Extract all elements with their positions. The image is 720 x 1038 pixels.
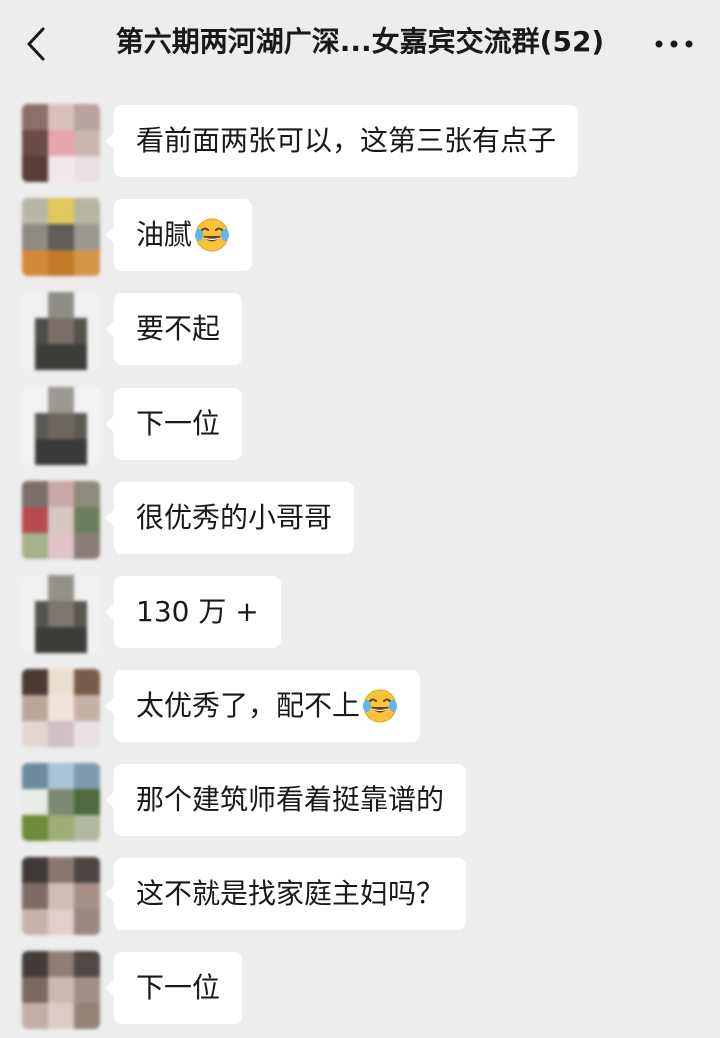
message-bubble[interactable]: 要不起 (104, 293, 243, 365)
avatar[interactable] (22, 669, 100, 747)
message-row: 很优秀的小哥哥 (0, 481, 720, 561)
message-bubble[interactable]: 下一位 (104, 388, 243, 460)
message-bubble[interactable]: 下一位 (104, 952, 243, 1024)
message-text: 130 万 + (136, 595, 259, 628)
avatar[interactable] (22, 481, 100, 559)
message-bubble[interactable]: 130 万 + (105, 576, 281, 648)
message-bubble[interactable]: 很优秀的小哥哥 (104, 482, 355, 554)
tears-of-joy-emoji (362, 688, 398, 724)
avatar[interactable] (22, 104, 100, 182)
message-row: 下一位 (0, 951, 720, 1031)
avatar[interactable] (22, 575, 100, 653)
message-row: 130 万 + (0, 575, 720, 655)
avatar[interactable] (22, 387, 100, 465)
message-row: 这不就是找家庭主妇吗？ (0, 857, 720, 937)
message-text: 要不起 (136, 312, 221, 345)
message-text: 那个建筑师看着挺靠谱的 (136, 783, 445, 816)
message-text: 太优秀了，配不上 (136, 689, 361, 722)
tears-of-joy-emoji (194, 217, 230, 253)
message-bubble[interactable]: 油腻 (104, 199, 253, 271)
message-text: 这不就是找家庭主妇吗？ (136, 877, 445, 910)
avatar[interactable] (22, 763, 100, 841)
message-bubble[interactable]: 太优秀了，配不上 (104, 670, 421, 742)
message-text: 油腻 (136, 218, 193, 251)
message-row: 油腻 (0, 198, 720, 278)
avatar[interactable] (22, 857, 100, 935)
chat-title: 第六期两河湖广深...女嘉宾交流群(52) (115, 25, 605, 58)
avatar[interactable] (22, 198, 100, 276)
message-text: 下一位 (136, 971, 221, 1004)
more-button[interactable] (652, 26, 696, 62)
avatar[interactable] (22, 951, 100, 1029)
message-row: 太优秀了，配不上 (0, 669, 720, 749)
chat-header: 第六期两河湖广深...女嘉宾交流群(52) (0, 0, 720, 88)
message-bubble[interactable]: 看前面两张可以，这第三张有点子 (104, 105, 579, 177)
message-text: 看前面两张可以，这第三张有点子 (136, 124, 557, 157)
message-row: 那个建筑师看着挺靠谱的 (0, 763, 720, 843)
message-row: 下一位 (0, 387, 720, 467)
message-row: 要不起 (0, 292, 720, 372)
message-bubble[interactable]: 这不就是找家庭主妇吗？ (104, 858, 467, 930)
message-text: 很优秀的小哥哥 (136, 501, 333, 534)
message-text: 下一位 (136, 407, 221, 440)
message-row: 看前面两张可以，这第三张有点子 (0, 104, 720, 184)
avatar[interactable] (22, 292, 100, 370)
message-bubble[interactable]: 那个建筑师看着挺靠谱的 (104, 764, 467, 836)
more-dots-icon (655, 40, 693, 48)
